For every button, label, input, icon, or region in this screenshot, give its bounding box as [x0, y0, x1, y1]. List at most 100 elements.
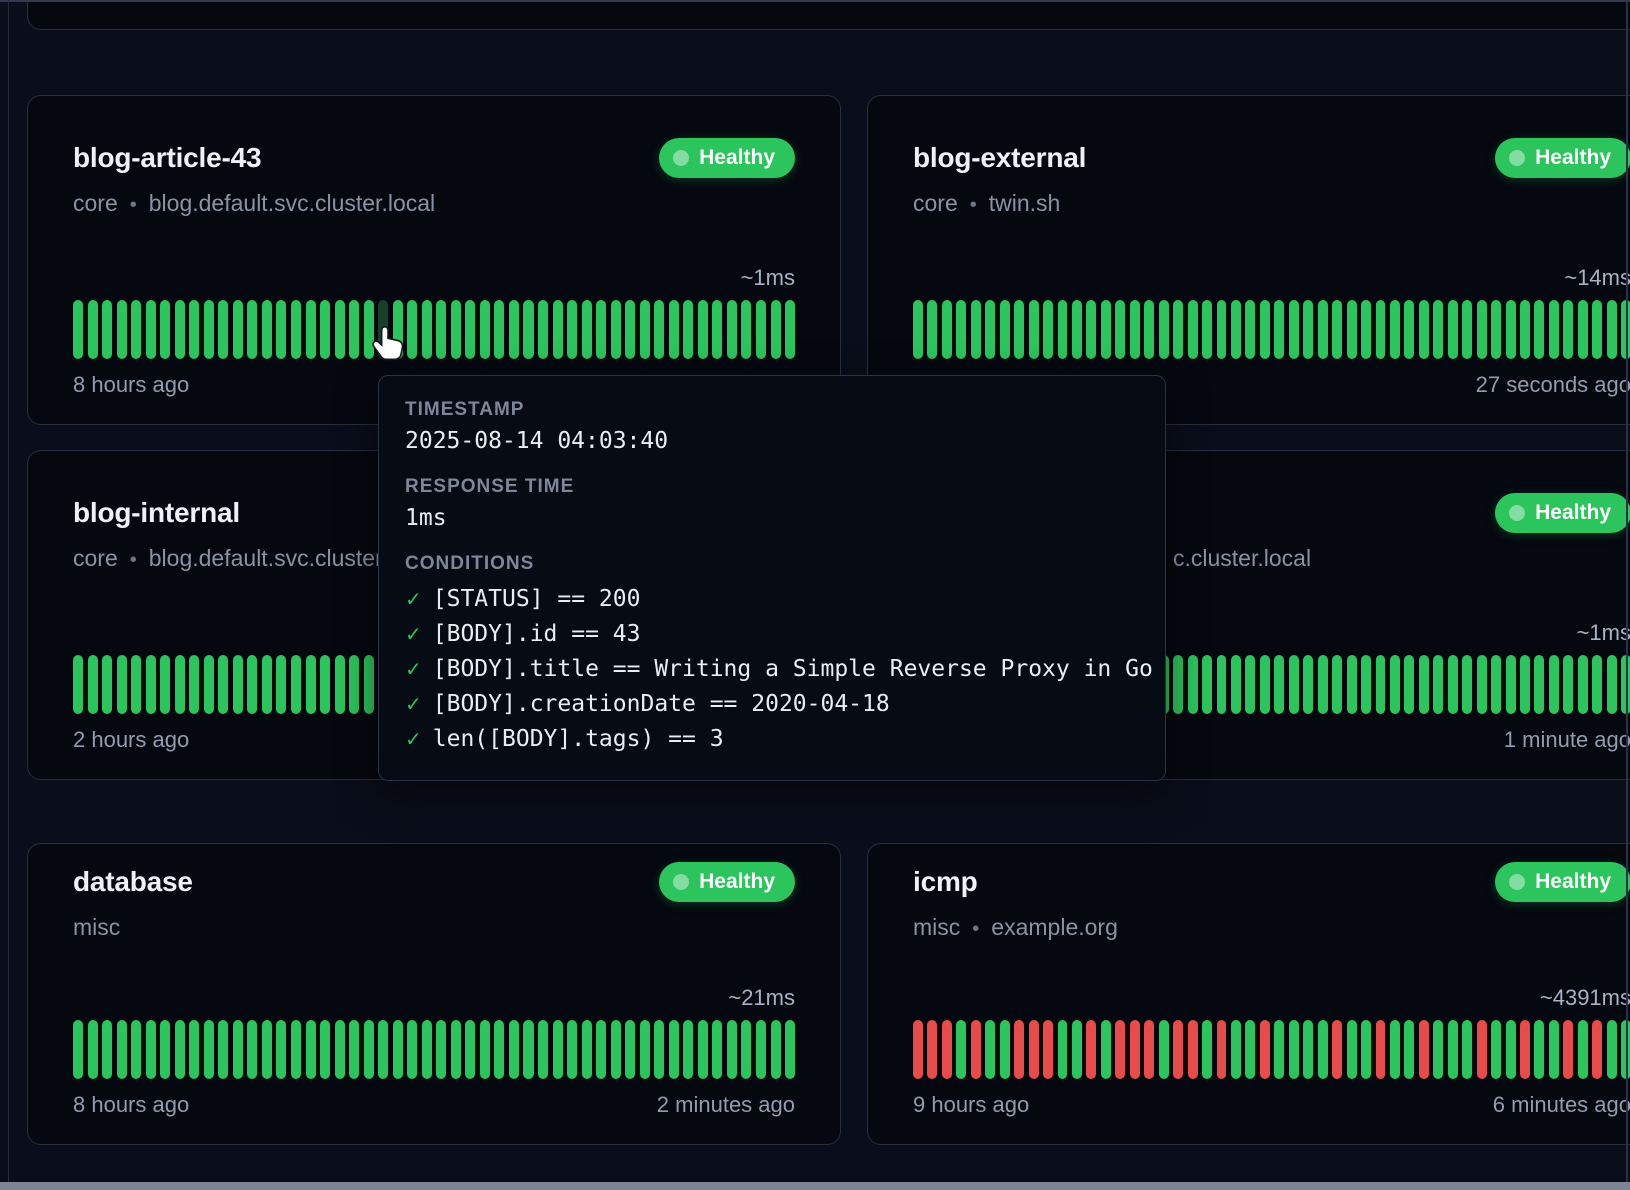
uptime-bar-up[interactable]: [146, 300, 156, 359]
uptime-bar-up[interactable]: [523, 300, 533, 359]
uptime-bar-up[interactable]: [1058, 300, 1068, 359]
uptime-bar-up[interactable]: [422, 1020, 432, 1079]
uptime-bar-up[interactable]: [1390, 1020, 1400, 1079]
uptime-bar-up[interactable]: [320, 1020, 330, 1079]
uptime-bar-up[interactable]: [1477, 300, 1487, 359]
uptime-bar-up[interactable]: [596, 1020, 606, 1079]
uptime-bar-down[interactable]: [1130, 1020, 1140, 1079]
uptime-bar-up[interactable]: [913, 300, 923, 359]
uptime-bar-up[interactable]: [509, 1020, 519, 1079]
uptime-bar-up[interactable]: [1506, 300, 1516, 359]
uptime-bar-down[interactable]: [1376, 1020, 1386, 1079]
uptime-bar-up[interactable]: [1072, 300, 1082, 359]
uptime-bar-up[interactable]: [771, 300, 781, 359]
uptime-bar-up[interactable]: [1173, 655, 1183, 714]
uptime-bar-up[interactable]: [942, 300, 952, 359]
uptime-bar-up[interactable]: [1376, 300, 1386, 359]
uptime-bar-up[interactable]: [465, 300, 475, 359]
uptime-bar-up[interactable]: [1029, 300, 1039, 359]
uptime-bar-up[interactable]: [1433, 300, 1443, 359]
uptime-bar-up[interactable]: [291, 655, 301, 714]
uptime-bar-up[interactable]: [1549, 655, 1559, 714]
uptime-bar-up[interactable]: [1433, 655, 1443, 714]
uptime-bar-up[interactable]: [1347, 655, 1357, 714]
uptime-bar-down[interactable]: [1086, 1020, 1096, 1079]
uptime-bar-down[interactable]: [971, 1020, 981, 1079]
uptime-bar-up[interactable]: [1390, 655, 1400, 714]
uptime-bar-up[interactable]: [218, 655, 228, 714]
uptime-bar-up[interactable]: [88, 300, 98, 359]
uptime-bar-down[interactable]: [1115, 1020, 1125, 1079]
uptime-bar-up[interactable]: [1534, 1020, 1544, 1079]
uptime-bar-up[interactable]: [276, 655, 286, 714]
uptime-bar-up[interactable]: [640, 300, 650, 359]
uptime-bar-up[interactable]: [276, 1020, 286, 1079]
uptime-bar-up[interactable]: [1188, 300, 1198, 359]
uptime-bar-up[interactable]: [306, 655, 316, 714]
uptime-bar-up[interactable]: [1520, 300, 1530, 359]
uptime-bar-up[interactable]: [712, 300, 722, 359]
uptime-bar-down[interactable]: [942, 1020, 952, 1079]
uptime-bar-up[interactable]: [538, 300, 548, 359]
uptime-bar-up[interactable]: [204, 655, 214, 714]
uptime-bar-up[interactable]: [364, 1020, 374, 1079]
uptime-bar-up[interactable]: [1318, 655, 1328, 714]
uptime-bar-up[interactable]: [262, 655, 272, 714]
uptime-bar-up[interactable]: [1144, 300, 1154, 359]
uptime-bar-down[interactable]: [1260, 1020, 1270, 1079]
uptime-bar-up[interactable]: [1592, 300, 1602, 359]
uptime-bar-up[interactable]: [1448, 1020, 1458, 1079]
uptime-bar-up[interactable]: [436, 1020, 446, 1079]
uptime-bar-up[interactable]: [741, 1020, 751, 1079]
uptime-bar-up[interactable]: [1332, 300, 1342, 359]
uptime-bar-up[interactable]: [1448, 655, 1458, 714]
uptime-bar-up[interactable]: [567, 1020, 577, 1079]
uptime-bar-up[interactable]: [422, 300, 432, 359]
uptime-bar-up[interactable]: [117, 300, 127, 359]
uptime-bar-up[interactable]: [480, 1020, 490, 1079]
uptime-bar-up[interactable]: [756, 300, 766, 359]
uptime-bar-up[interactable]: [451, 1020, 461, 1079]
uptime-bar-up[interactable]: [1086, 300, 1096, 359]
uptime-bar-up[interactable]: [117, 655, 127, 714]
uptime-bar-up[interactable]: [1000, 1020, 1010, 1079]
uptime-bar-up[interactable]: [1607, 300, 1617, 359]
uptime-bar-up[interactable]: [1563, 300, 1573, 359]
uptime-bar-up[interactable]: [320, 300, 330, 359]
uptime-bar-up[interactable]: [1419, 655, 1429, 714]
uptime-bar-up[interactable]: [567, 300, 577, 359]
uptime-bar-up[interactable]: [1231, 655, 1241, 714]
uptime-bar-down[interactable]: [1144, 1020, 1154, 1079]
uptime-bar-up[interactable]: [1115, 300, 1125, 359]
uptime-bar-up[interactable]: [1274, 300, 1284, 359]
service-card-icmp[interactable]: icmpHealthymisc•example.org~4391ms9 hour…: [867, 843, 1630, 1145]
uptime-bar-up[interactable]: [233, 655, 243, 714]
uptime-bar-up[interactable]: [306, 1020, 316, 1079]
uptime-bar-up[interactable]: [1217, 655, 1227, 714]
uptime-bar-up[interactable]: [349, 300, 359, 359]
uptime-bar-up[interactable]: [1361, 1020, 1371, 1079]
uptime-bar-up[interactable]: [364, 655, 374, 714]
uptime-bar-up[interactable]: [189, 1020, 199, 1079]
uptime-bar-up[interactable]: [582, 300, 592, 359]
uptime-bar-up[interactable]: [596, 300, 606, 359]
uptime-bar-up[interactable]: [654, 1020, 664, 1079]
uptime-bar-up[interactable]: [175, 1020, 185, 1079]
uptime-bar-up[interactable]: [1289, 655, 1299, 714]
uptime-bar-up[interactable]: [1376, 655, 1386, 714]
uptime-bar-up[interactable]: [1231, 1020, 1241, 1079]
uptime-bar-up[interactable]: [1231, 300, 1241, 359]
uptime-bar-up[interactable]: [189, 655, 199, 714]
uptime-bar-down[interactable]: [1332, 1020, 1342, 1079]
uptime-bar-up[interactable]: [971, 300, 981, 359]
uptime-bar-up[interactable]: [335, 655, 345, 714]
uptime-bar-up[interactable]: [1101, 300, 1111, 359]
uptime-bar-up[interactable]: [727, 300, 737, 359]
uptime-bar-up[interactable]: [1549, 300, 1559, 359]
uptime-bar-down[interactable]: [913, 1020, 923, 1079]
uptime-bar-up[interactable]: [1506, 1020, 1516, 1079]
uptime-bar-up[interactable]: [131, 300, 141, 359]
uptime-bar-up[interactable]: [1433, 1020, 1443, 1079]
uptime-bar-up[interactable]: [1245, 300, 1255, 359]
uptime-bar-up[interactable]: [756, 1020, 766, 1079]
